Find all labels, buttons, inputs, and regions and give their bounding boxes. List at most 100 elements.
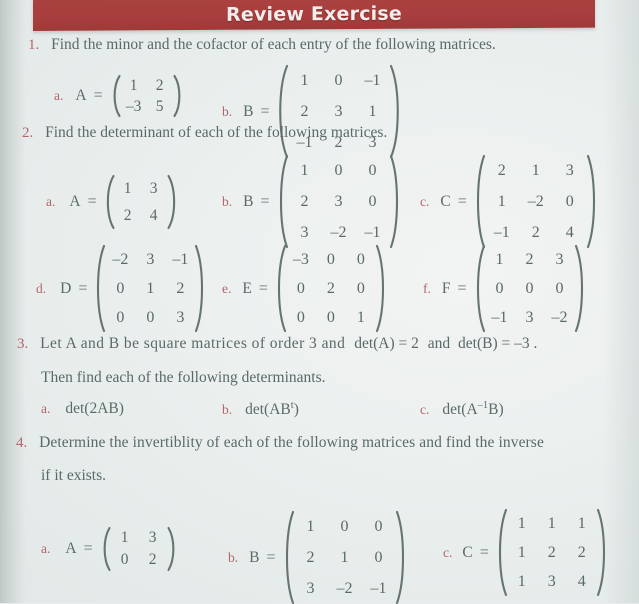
expression: det(ABt) — [245, 400, 299, 419]
question-4-stem-line-1: 4. Determine the invertiblity of each of… — [16, 434, 544, 451]
matrix-cell: 2 — [148, 551, 157, 569]
question-2-item-f: f. F = 1 2 3 0 0 0 –1 3 –2 — [423, 244, 586, 333]
matrix-cell: –2 — [551, 308, 568, 326]
right-paren — [375, 244, 387, 333]
question-2-item-e: e. E = –3 0 0 0 2 0 0 0 1 — [222, 244, 387, 333]
right-paren — [574, 244, 586, 333]
matrix-cell: 3 — [306, 579, 315, 597]
matrix-cell: 4 — [577, 572, 586, 590]
right-paren — [596, 508, 608, 597]
equals-sign: = — [457, 279, 467, 297]
item-letter: b. — [222, 401, 233, 417]
matrix-cell: 1 — [547, 514, 556, 532]
matrix-cell: –3 — [125, 97, 142, 115]
left-paren — [474, 244, 485, 333]
matrix-cell: 5 — [155, 97, 164, 115]
item-letter: b. — [222, 193, 233, 209]
matrix-cell: –3 — [292, 250, 309, 268]
left-paren — [283, 510, 294, 604]
matrix-cell: 0 — [326, 250, 335, 268]
matrix-cell: –1 — [493, 223, 510, 241]
matrix-2e: –3 0 0 0 2 0 0 0 1 — [275, 244, 387, 333]
matrix-cell: 1 — [495, 250, 504, 268]
question-4-stem-line-2: if it exists. — [41, 467, 107, 484]
question-3-item-a: a. det(2AB) — [41, 400, 124, 418]
left-paren — [474, 154, 485, 249]
matrix-2d: –2 3 –1 0 1 2 0 0 3 — [94, 244, 206, 333]
question-3-stem-line-1: 3. Let A and B be square matrices of ord… — [17, 335, 538, 352]
item-letter: c. — [420, 401, 430, 417]
det-a-value: det(A) = 2 — [354, 335, 419, 352]
matrix-cell: 3 — [146, 250, 155, 268]
item-letter: e. — [222, 280, 232, 296]
matrix-name: D — [60, 279, 72, 297]
matrix-cell: 0 — [356, 250, 365, 268]
matrix-cell: –1 — [370, 579, 387, 597]
matrix-cell: 0 — [116, 308, 125, 326]
matrix-cell: 0 — [356, 279, 365, 297]
right-paren — [167, 174, 178, 230]
matrix-name: B — [249, 548, 260, 566]
matrix-cell: 3 — [565, 161, 574, 179]
matrix-cell: 3 — [334, 192, 343, 210]
matrix-cell: 2 — [306, 548, 315, 566]
question-4-item-c: c. C = 1 1 1 1 2 2 1 3 4 — [443, 508, 608, 597]
matrix-name: F — [441, 279, 451, 297]
matrix-cell: 1 — [300, 161, 309, 179]
matrix-cell: 2 — [531, 223, 540, 241]
matrix-cell: –2 — [336, 579, 353, 597]
matrix-cell: 0 — [334, 71, 343, 89]
question-2-item-b: b. B = 1 0 0 2 3 0 3 –2 –1 — [222, 154, 401, 249]
equals-sign: = — [87, 193, 97, 210]
equals-sign: = — [457, 192, 467, 210]
matrix-cell: 3 — [547, 572, 556, 590]
equals-sign: = — [93, 87, 103, 104]
question-3-number: 3. — [17, 336, 29, 352]
matrix-1b: 1 0 –1 2 3 1 –1 2 3 — [277, 64, 401, 159]
matrix-cell: 0 — [146, 308, 155, 326]
review-exercise-banner: Review Exercise — [33, 0, 595, 32]
matrix-cell: –1 — [364, 71, 381, 89]
matrix-cell: 1 — [120, 529, 129, 547]
det-b-value: det(B) = –3 . — [458, 335, 538, 352]
matrix-4c: 1 1 1 1 2 2 1 3 4 — [496, 508, 608, 597]
matrix-cell: 1 — [146, 279, 155, 297]
matrix-2f: 1 2 3 0 0 0 –1 3 –2 — [474, 244, 586, 333]
matrix-cell: 2 — [577, 543, 586, 561]
matrix-cell: 4 — [565, 223, 574, 241]
matrix-2c: 2 1 3 1 –2 0 –1 2 4 — [474, 154, 598, 249]
page-title: Review Exercise — [226, 2, 402, 26]
matrix-cell: 2 — [547, 543, 556, 561]
equals-sign: = — [479, 543, 489, 561]
question-2-stem: 2. Find the determinant of each of the f… — [22, 124, 388, 141]
question-4-item-b: b. B = 1 0 0 2 1 0 3 –2 –1 — [228, 510, 407, 604]
question-1-number: 1. — [28, 37, 40, 53]
equals-sign: = — [266, 548, 276, 566]
question-4-number: 4. — [16, 435, 28, 451]
matrix-cell: –1 — [491, 308, 508, 326]
matrix-cell: 2 — [300, 192, 309, 210]
item-letter: f. — [423, 280, 431, 296]
item-letter: a. — [41, 401, 51, 416]
matrix-cell: 1 — [356, 308, 365, 326]
left-paren — [94, 244, 106, 333]
matrix-name: E — [242, 279, 252, 297]
matrix-cell: 2 — [326, 279, 335, 297]
matrix-cell: 3 — [334, 102, 343, 120]
right-paren — [167, 526, 178, 572]
matrix-cell: 1 — [306, 517, 315, 535]
item-letter: a. — [54, 88, 64, 103]
question-2-item-c: c. C = 2 1 3 1 –2 0 –1 2 4 — [420, 154, 598, 249]
matrix-cell: 0 — [340, 517, 349, 535]
matrix-cell: –2 — [112, 250, 129, 268]
matrix-cell: 1 — [497, 192, 506, 210]
matrix-cell: 1 — [517, 572, 526, 590]
matrix-cell: –2 — [330, 223, 347, 241]
matrix-cell: 3 — [148, 529, 157, 547]
matrix-cell: 3 — [149, 179, 158, 197]
question-3-item-c: c. det(A–1B) — [420, 400, 504, 419]
matrix-cell: 4 — [149, 206, 158, 224]
equals-sign: = — [78, 279, 88, 297]
matrix-cell: 2 — [525, 250, 534, 268]
matrix-1a: 1 2 –3 5 — [110, 74, 184, 118]
